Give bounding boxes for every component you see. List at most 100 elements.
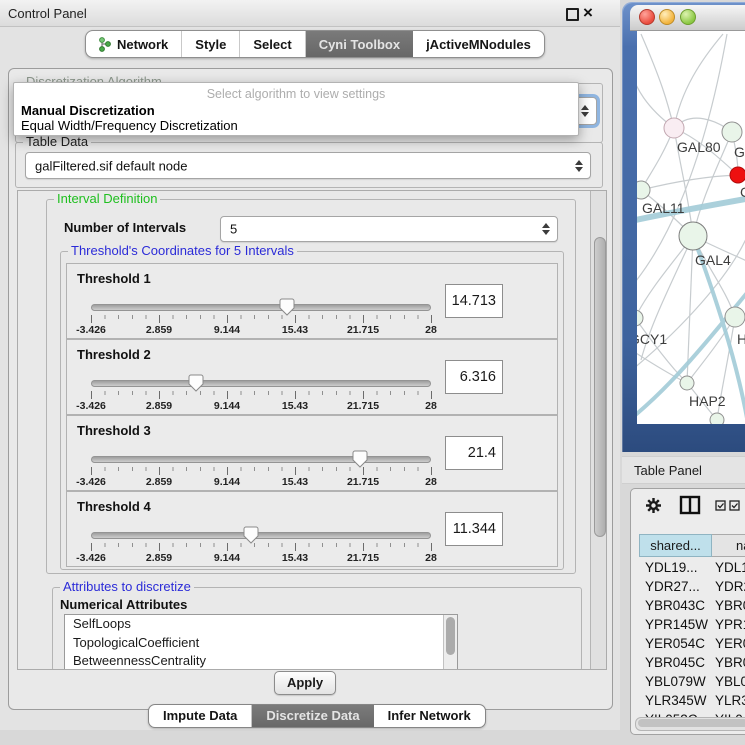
gear-icon[interactable] xyxy=(645,497,662,514)
popup-option-manual-discretization[interactable]: Manual Discretization xyxy=(21,103,155,118)
threshold-2-panel: Threshold 2 -3.426 2.859 9.144 15.43 xyxy=(66,339,558,415)
table-row[interactable]: YBL079WYBL0 xyxy=(631,672,745,691)
tab-style[interactable]: Style xyxy=(182,31,240,57)
slider-scale: -3.426 2.859 9.144 15.43 21.715 28 xyxy=(91,400,431,412)
slider-track[interactable] xyxy=(91,456,431,463)
node-partial-right[interactable] xyxy=(722,122,742,142)
popup-option-equal-width-frequency[interactable]: Equal Width/Frequency Discretization xyxy=(21,118,238,133)
list-scrollbar[interactable] xyxy=(443,615,457,670)
number-of-intervals-value: 5 xyxy=(230,222,237,237)
split-columns-icon[interactable] xyxy=(679,495,701,515)
slider-ticks xyxy=(91,467,432,475)
tab-network-label: Network xyxy=(117,37,168,52)
attributes-group-title: Attributes to discretize xyxy=(60,580,194,593)
table-row[interactable]: YLR345WYLR3 xyxy=(631,691,745,710)
threshold-2-value-field[interactable]: 6.316 xyxy=(445,360,503,394)
checkbox-icon[interactable] xyxy=(729,500,740,511)
tab-style-label: Style xyxy=(195,37,226,52)
table-row[interactable]: YBR045CYBR0 xyxy=(631,653,745,672)
table-data-combobox-value: galFiltered.sif default node xyxy=(35,158,187,173)
node-gal4[interactable] xyxy=(679,222,707,250)
list-item[interactable]: SelfLoops xyxy=(65,615,457,634)
slider-track[interactable] xyxy=(91,304,431,311)
scrollbar-thumb[interactable] xyxy=(446,617,455,655)
number-of-intervals-combobox[interactable]: 5 xyxy=(220,216,558,242)
threshold-1-value-field[interactable]: 14.713 xyxy=(445,284,503,318)
network-icon xyxy=(99,37,111,52)
column-header-shared-name[interactable]: shared... xyxy=(639,534,712,557)
tab-cyni-toolbox[interactable]: Cyni Toolbox xyxy=(306,31,413,57)
threshold-3-panel: Threshold 3 -3.426 2.859 9.144 15.43 xyxy=(66,415,558,491)
threshold-1-slider[interactable]: -3.426 2.859 9.144 15.43 21.715 28 xyxy=(91,298,431,332)
slider-thumb[interactable] xyxy=(352,450,368,468)
threshold-1-label: Threshold 1 xyxy=(77,271,151,286)
table-horizontal-scrollbar[interactable] xyxy=(635,717,745,731)
network-canvas[interactable]: GAL80 GA C GAL11 GAL4 GCY1 H HAP2 xyxy=(637,31,745,424)
threshold-3-value-field[interactable]: 21.4 xyxy=(445,436,503,470)
node-partial-bottom[interactable] xyxy=(710,413,724,424)
slider-thumb[interactable] xyxy=(243,526,259,544)
close-icon[interactable]: × xyxy=(583,1,593,25)
table-row[interactable]: YBR043CYBR0 xyxy=(631,596,745,615)
slider-thumb[interactable] xyxy=(279,298,295,316)
node-label-partial-h: H xyxy=(737,331,745,347)
table-row[interactable]: YPR145WYPR1 xyxy=(631,615,745,634)
network-window-titlebar xyxy=(630,5,745,31)
threshold-4-slider[interactable]: -3.426 2.859 9.144 15.43 21.715 28 xyxy=(91,526,431,560)
mac-minimize-button[interactable] xyxy=(659,9,675,25)
scrollbar-thumb[interactable] xyxy=(638,719,745,727)
node-label-partial-g: GA xyxy=(734,144,745,160)
threshold-3-slider[interactable]: -3.426 2.859 9.144 15.43 21.715 28 xyxy=(91,450,431,484)
slider-track[interactable] xyxy=(91,532,431,539)
slider-thumb[interactable] xyxy=(188,374,204,392)
table-row[interactable]: YDL19...YDL1 xyxy=(631,558,745,577)
tab-select[interactable]: Select xyxy=(240,31,305,57)
node-label-gcy1: GCY1 xyxy=(637,331,667,347)
threshold-2-slider[interactable]: -3.426 2.859 9.144 15.43 21.715 28 xyxy=(91,374,431,408)
apply-button[interactable]: Apply xyxy=(274,671,336,695)
node-hap2[interactable] xyxy=(680,376,694,390)
node-gal80[interactable] xyxy=(664,118,684,138)
tab-jactivemnodules[interactable]: jActiveMNodules xyxy=(413,31,544,57)
threshold-2-label: Threshold 2 xyxy=(77,347,151,362)
algorithm-dropdown-popup: Select algorithm to view settings Manual… xyxy=(13,82,579,136)
table-row[interactable]: YER054CYER0 xyxy=(631,634,745,653)
float-window-icon[interactable] xyxy=(566,8,579,21)
threshold-4-value-field[interactable]: 11.344 xyxy=(445,512,503,546)
table-row[interactable]: YDR27...YDR2 xyxy=(631,577,745,596)
node-gal11[interactable] xyxy=(637,181,650,199)
number-of-intervals-label: Number of Intervals xyxy=(64,220,186,235)
table-data-combobox[interactable]: galFiltered.sif default node xyxy=(25,152,591,179)
network-graph: GAL80 GA C GAL11 GAL4 GCY1 H HAP2 xyxy=(637,31,745,424)
tab-infer-network[interactable]: Infer Network xyxy=(374,705,485,727)
node-right-h[interactable] xyxy=(725,307,745,327)
mac-close-button[interactable] xyxy=(639,9,655,25)
tab-impute-data[interactable]: Impute Data xyxy=(149,705,252,727)
scrollbar-thumb[interactable] xyxy=(594,237,606,537)
slider-ticks xyxy=(91,391,432,399)
threshold-3-label: Threshold 3 xyxy=(77,423,151,438)
numerical-attributes-list[interactable]: SelfLoops TopologicalCoefficient Between… xyxy=(64,614,458,670)
column-header-name[interactable]: na xyxy=(712,534,745,557)
settings-vertical-scrollbar[interactable] xyxy=(590,191,607,669)
tab-jactivemnodules-label: jActiveMNodules xyxy=(426,37,531,52)
node-gcy1[interactable] xyxy=(637,310,643,326)
node-label-hap2: HAP2 xyxy=(689,393,726,409)
slider-track[interactable] xyxy=(91,380,431,387)
popup-placeholder: Select algorithm to view settings xyxy=(14,87,578,101)
tab-network[interactable]: Network xyxy=(86,31,182,57)
settings-scroll-area: Interval Definition Number of Intervals … xyxy=(17,190,607,670)
numerical-attributes-label: Numerical Attributes xyxy=(60,597,187,612)
tab-discretize-data[interactable]: Discretize Data xyxy=(252,705,373,727)
list-item[interactable]: BetweennessCentrality xyxy=(65,652,457,670)
screen: Control Panel × Network Style Select xyxy=(0,0,745,745)
checkbox-icon[interactable] xyxy=(715,500,726,511)
slider-scale: -3.426 2.859 9.144 15.43 21.715 28 xyxy=(91,552,431,564)
combo-stepper-icon xyxy=(575,160,583,172)
slider-ticks xyxy=(91,315,432,323)
combo-stepper-icon xyxy=(542,223,550,235)
mac-zoom-button[interactable] xyxy=(680,9,696,25)
node-label-gal80: GAL80 xyxy=(677,139,721,155)
node-red-selected[interactable] xyxy=(730,167,745,183)
list-item[interactable]: TopologicalCoefficient xyxy=(65,634,457,653)
